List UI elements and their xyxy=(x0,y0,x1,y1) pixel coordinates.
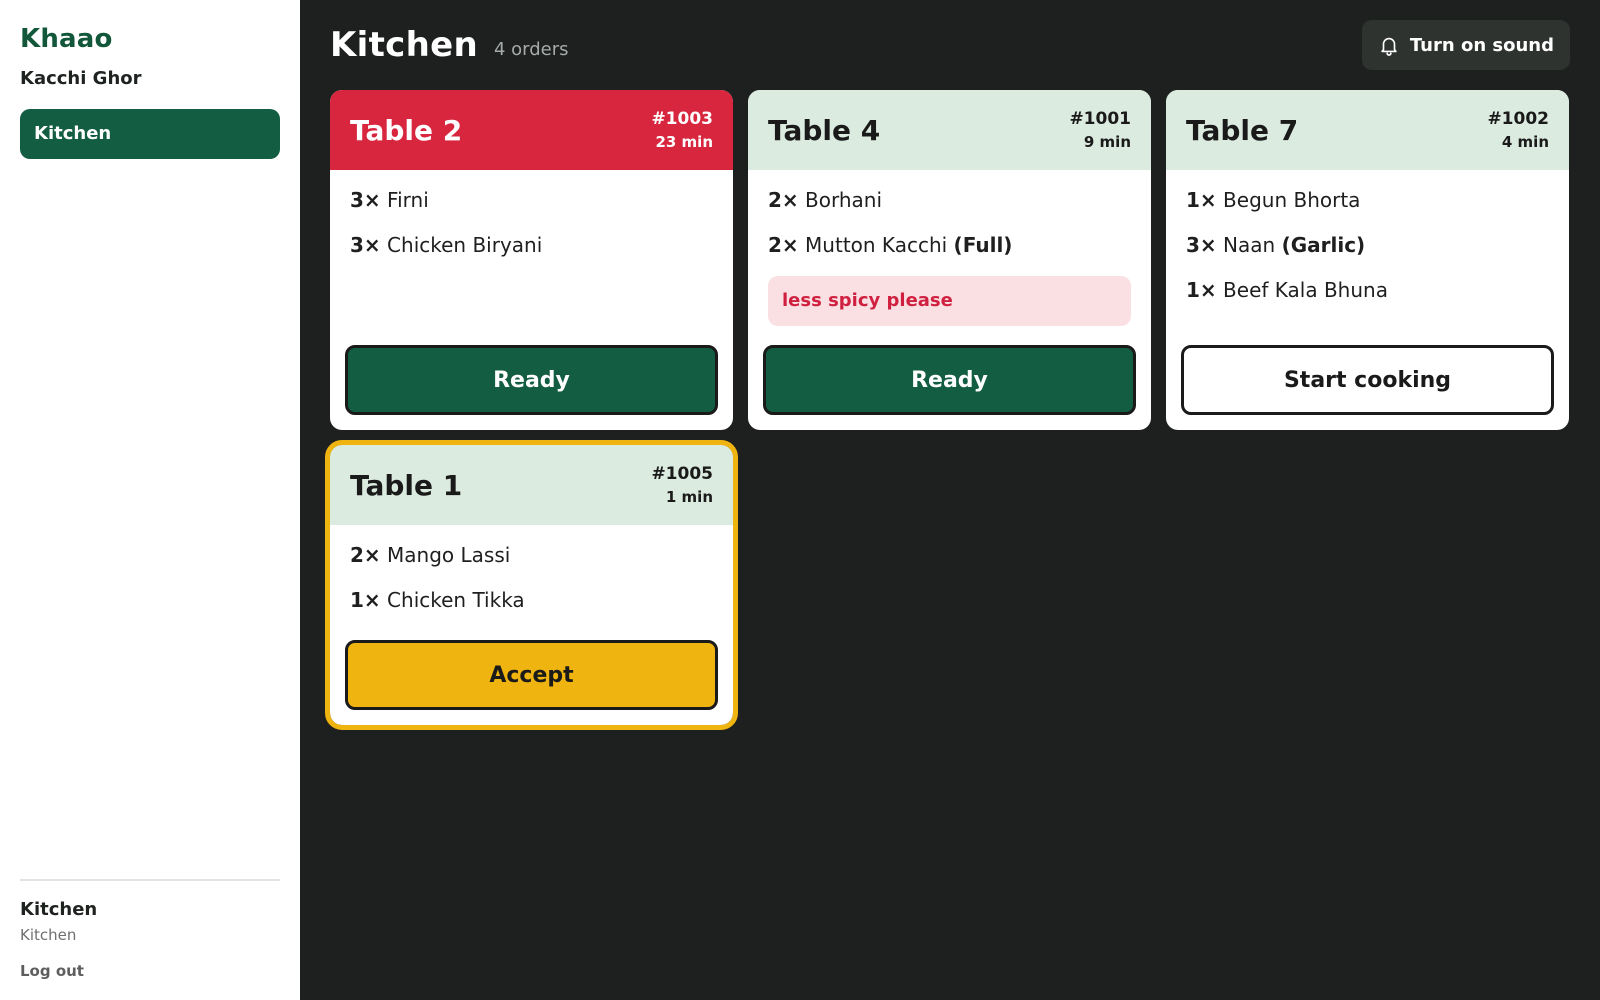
item-qty: 1× xyxy=(1186,188,1217,212)
elapsed-time: 4 min xyxy=(1501,133,1549,151)
sound-button-label: Turn on sound xyxy=(1409,34,1554,56)
order-id: #1001 xyxy=(1069,109,1131,129)
item-name: Naan xyxy=(1223,233,1276,257)
item-qty: 3× xyxy=(350,233,381,257)
order-count: 4 orders xyxy=(493,38,569,60)
order-card: Table 7 #1002 4 min 1× Begun Bhorta 3× N… xyxy=(1166,90,1569,430)
item-qty: 2× xyxy=(350,543,381,567)
order-items: 2× Mango Lassi 1× Chicken Tikka xyxy=(330,525,733,640)
item-qty: 3× xyxy=(1186,233,1217,257)
order-id: #1005 xyxy=(651,464,713,484)
order-item: 3× Naan (Garlic) xyxy=(1186,231,1549,259)
accept-button[interactable]: Accept xyxy=(345,640,718,710)
order-id: #1002 xyxy=(1487,109,1549,129)
order-item: 3× Chicken Biryani xyxy=(350,231,713,259)
item-name: Firni xyxy=(387,188,429,212)
order-item: 2× Mutton Kacchi (Full) xyxy=(768,231,1131,259)
restaurant-name: Kacchi Ghor xyxy=(20,68,142,89)
table-name: Table 1 xyxy=(350,468,463,502)
page-title: Kitchen xyxy=(330,25,478,65)
order-item: 1× Chicken Tikka xyxy=(350,586,713,614)
sidebar: Khaao Kacchi Ghor Kitchen Kitchen Kitche… xyxy=(0,0,300,1000)
order-card-header: Table 2 #1003 23 min xyxy=(330,90,733,170)
order-item: 2× Mango Lassi xyxy=(350,541,713,569)
order-item: 1× Begun Bhorta xyxy=(1186,186,1549,214)
item-qty: 2× xyxy=(768,233,799,257)
turn-on-sound-button[interactable]: Turn on sound xyxy=(1361,20,1570,70)
brand-logo[interactable]: Khaao xyxy=(20,24,280,54)
order-card-header: Table 4 #1001 9 min xyxy=(748,90,1151,170)
item-name: Mutton Kacchi xyxy=(805,233,948,257)
order-card: Table 2 #1003 23 min 3× Firni 3× Chicken… xyxy=(330,90,733,430)
elapsed-time: 23 min xyxy=(655,133,713,151)
user-name: Kitchen xyxy=(20,899,98,920)
item-name: Borhani xyxy=(805,188,883,212)
order-note: less spicy please xyxy=(768,276,1131,326)
item-name: Begun Bhorta xyxy=(1223,188,1361,212)
table-name: Table 2 xyxy=(350,113,463,147)
item-modifier: (Garlic) xyxy=(1281,233,1366,257)
table-name: Table 7 xyxy=(1186,113,1299,147)
ready-button[interactable]: Ready xyxy=(345,345,718,415)
order-items: 3× Firni 3× Chicken Biryani xyxy=(330,170,733,345)
ready-button[interactable]: Ready xyxy=(763,345,1136,415)
item-name: Chicken Biryani xyxy=(387,233,543,257)
elapsed-time: 1 min xyxy=(665,488,713,506)
item-modifier: (Full) xyxy=(953,233,1013,257)
order-item: 2× Borhani xyxy=(768,186,1131,214)
order-card: Table 4 #1001 9 min 2× Borhani 2× Mutton… xyxy=(748,90,1151,430)
item-qty: 1× xyxy=(1186,278,1217,302)
order-card-new: Table 1 #1005 1 min 2× Mango Lassi 1× Ch… xyxy=(325,440,738,730)
order-items: 1× Begun Bhorta 3× Naan (Garlic) 1× Beef… xyxy=(1166,170,1569,345)
item-name: Chicken Tikka xyxy=(387,588,525,612)
order-card-header: Table 1 #1005 1 min xyxy=(330,445,733,525)
order-grid: Table 2 #1003 23 min 3× Firni 3× Chicken… xyxy=(325,90,1570,730)
order-card-header: Table 7 #1002 4 min xyxy=(1166,90,1569,170)
order-item: 1× Beef Kala Bhuna xyxy=(1186,276,1549,304)
user-role: Kitchen xyxy=(20,926,77,944)
table-name: Table 4 xyxy=(768,113,881,147)
sidebar-item-kitchen[interactable]: Kitchen xyxy=(20,109,280,159)
item-name: Mango Lassi xyxy=(387,543,511,567)
item-qty: 1× xyxy=(350,588,381,612)
item-qty: 3× xyxy=(350,188,381,212)
bell-icon xyxy=(1381,37,1397,56)
start-cooking-button[interactable]: Start cooking xyxy=(1181,345,1554,415)
main-content: Kitchen 4 orders Turn on sound Table 2 #… xyxy=(300,0,1600,1000)
elapsed-time: 9 min xyxy=(1083,133,1131,151)
sidebar-nav: Kitchen xyxy=(20,109,280,159)
logout-link[interactable]: Log out xyxy=(20,962,84,980)
item-name: Beef Kala Bhuna xyxy=(1223,278,1388,302)
order-item: 3× Firni xyxy=(350,186,713,214)
order-id: #1003 xyxy=(651,109,713,129)
item-qty: 2× xyxy=(768,188,799,212)
order-items: 2× Borhani 2× Mutton Kacchi (Full) less … xyxy=(748,170,1151,345)
sidebar-footer: Kitchen Kitchen Log out xyxy=(20,879,280,980)
